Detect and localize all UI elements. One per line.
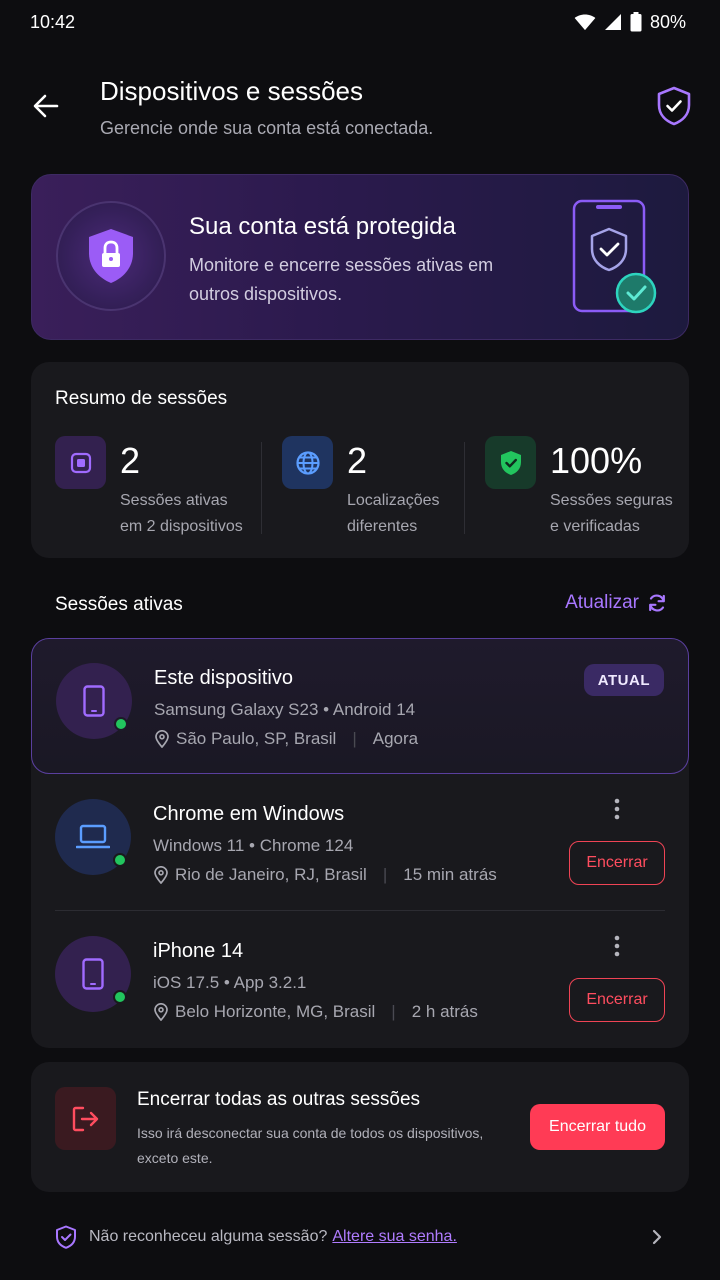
shield-lock-icon bbox=[89, 229, 133, 283]
sessions-summary-card: Resumo de sessões 2 Sessões ativas em 2 d… bbox=[31, 362, 689, 558]
kebab-menu-icon bbox=[614, 798, 620, 820]
protection-title: Sua conta está protegida bbox=[189, 213, 456, 240]
logout-icon bbox=[55, 1087, 116, 1150]
refresh-icon bbox=[649, 594, 665, 612]
online-status-dot bbox=[113, 853, 127, 867]
footer-chevron-button[interactable] bbox=[647, 1227, 667, 1247]
separator: | bbox=[352, 729, 357, 748]
protected-phone-illustration bbox=[572, 199, 657, 314]
session-name: Chrome em Windows bbox=[153, 803, 345, 825]
end-all-sessions-card: Encerrar todas as outras sessões Isso ir… bbox=[31, 1062, 689, 1192]
end-session-button[interactable]: Encerrar bbox=[569, 978, 665, 1022]
session-time: 15 min atrás bbox=[403, 865, 497, 884]
footer-help-row: Não reconheceu alguma sessão? Altere sua… bbox=[55, 1222, 667, 1252]
more-options-button[interactable] bbox=[605, 797, 629, 821]
globe-icon bbox=[282, 436, 333, 489]
refresh-label: Atualizar bbox=[565, 592, 639, 613]
session-location: Belo Horizonte, MG, Brasil | 2 h atrás bbox=[153, 1002, 478, 1022]
back-button[interactable] bbox=[28, 88, 64, 124]
summary-title: Resumo de sessões bbox=[55, 388, 228, 409]
location-pin-icon bbox=[154, 1003, 168, 1021]
stat-value: 2 bbox=[347, 440, 368, 481]
phone-icon bbox=[83, 685, 105, 717]
session-location-text: São Paulo, SP, Brasil bbox=[176, 729, 337, 748]
phone-icon bbox=[82, 958, 104, 990]
section-title: Sessões ativas bbox=[55, 594, 183, 615]
stat-divider bbox=[261, 442, 262, 534]
end-all-title: Encerrar todas as outras sessões bbox=[137, 1089, 421, 1110]
security-shield-button[interactable] bbox=[656, 86, 692, 126]
device-icon bbox=[55, 436, 106, 489]
shield-check-icon bbox=[657, 86, 691, 126]
stat-label: Sessões seguras e verificadas bbox=[550, 492, 673, 535]
status-time: 10:42 bbox=[30, 11, 76, 32]
kebab-menu-icon bbox=[614, 935, 620, 957]
protection-text: Monitore e encerre sessões ativas em out… bbox=[189, 255, 494, 304]
current-badge: ATUAL bbox=[583, 664, 664, 696]
session-name: iPhone 14 bbox=[153, 940, 244, 962]
end-all-description: Isso irá desconectar sua conta de todos … bbox=[137, 1125, 484, 1166]
session-location-text: Rio de Janeiro, RJ, Brasil bbox=[175, 865, 367, 884]
laptop-icon bbox=[76, 824, 110, 849]
location-pin-icon bbox=[155, 730, 169, 748]
chevron-right-icon bbox=[652, 1229, 662, 1245]
session-device: Samsung Galaxy S23 • Android 14 bbox=[154, 700, 416, 719]
stat-divider bbox=[464, 442, 465, 534]
session-device: iOS 17.5 • App 3.2.1 bbox=[153, 973, 307, 992]
end-session-button[interactable]: Encerrar bbox=[569, 841, 665, 885]
session-item: Chrome em Windows Windows 11 • Chrome 12… bbox=[31, 775, 689, 911]
protection-banner: Sua conta está protegida Monitore e ence… bbox=[31, 174, 689, 340]
end-all-button[interactable]: Encerrar tudo bbox=[530, 1104, 665, 1150]
footer-text: Não reconheceu alguma sessão? bbox=[89, 1228, 328, 1245]
separator: | bbox=[382, 865, 388, 884]
stat-value: 2 bbox=[120, 440, 141, 481]
session-time: 2 h atrás bbox=[411, 1002, 478, 1021]
session-name: Este dispositivo bbox=[154, 667, 293, 689]
session-location: Rio de Janeiro, RJ, Brasil | 15 min atrá… bbox=[153, 865, 497, 885]
location-pin-icon bbox=[154, 866, 168, 884]
battery-icon bbox=[630, 12, 642, 32]
session-current[interactable]: Este dispositivo Samsung Galaxy S23 • An… bbox=[31, 638, 689, 774]
session-time: Agora bbox=[372, 729, 419, 748]
protection-icon-ring bbox=[56, 201, 166, 311]
page-title: Dispositivos e sessões bbox=[100, 76, 363, 106]
shield-check-icon bbox=[56, 1225, 76, 1249]
stat-locations: 2 Localizações diferentes bbox=[282, 436, 462, 536]
stat-label: Localizações diferentes bbox=[347, 492, 440, 535]
online-status-dot bbox=[114, 717, 128, 731]
app-header: Dispositivos e sessões Gerencie onde sua… bbox=[0, 70, 720, 150]
row-divider bbox=[55, 910, 665, 911]
change-password-link[interactable]: Altere sua senha. bbox=[332, 1228, 457, 1246]
stat-value: 100% bbox=[550, 440, 643, 481]
signal-icon bbox=[604, 14, 621, 30]
stat-secure-sessions: 100% Sessões seguras e verificadas bbox=[485, 436, 675, 536]
session-device: Windows 11 • Chrome 124 bbox=[153, 836, 354, 855]
stat-label: Sessões ativas em 2 dispositivos bbox=[120, 492, 243, 535]
page-subtitle: Gerencie onde sua conta está conectada. bbox=[100, 118, 434, 138]
session-item: iPhone 14 iOS 17.5 • App 3.2.1 Belo Hori… bbox=[31, 912, 689, 1048]
battery-percent: 80% bbox=[649, 11, 686, 32]
session-location-text: Belo Horizonte, MG, Brasil bbox=[175, 1002, 376, 1021]
shield-check-icon bbox=[485, 436, 536, 489]
online-status-dot bbox=[113, 990, 127, 1004]
session-location: São Paulo, SP, Brasil | Agora bbox=[154, 729, 418, 749]
separator: | bbox=[391, 1002, 396, 1021]
status-icons: 80% bbox=[574, 12, 686, 33]
refresh-button[interactable]: Atualizar bbox=[565, 592, 667, 614]
status-bar: 10:42 80% bbox=[0, 0, 720, 44]
stat-active-sessions: 2 Sessões ativas em 2 dispositivos bbox=[55, 436, 255, 536]
more-options-button[interactable] bbox=[605, 934, 629, 958]
arrow-left-icon bbox=[33, 94, 59, 118]
active-sessions-header: Sessões ativas Atualizar bbox=[55, 592, 667, 620]
wifi-icon bbox=[574, 14, 596, 31]
